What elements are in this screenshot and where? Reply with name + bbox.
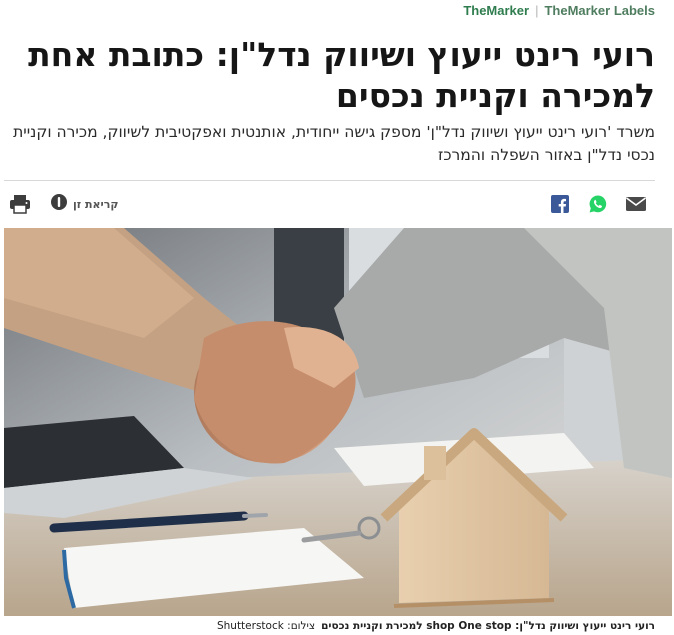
photo-caption: רועי רינט ייעוץ ושיווק נדל"ן: shop One s… bbox=[217, 620, 655, 632]
article-headline: רועי רינט ייעוץ ושיווק נדל"ן: כתובת אחת … bbox=[28, 35, 655, 115]
share-bar bbox=[548, 192, 648, 216]
top-bar: TheMarker | TheMarker Labels bbox=[0, 0, 674, 24]
divider bbox=[4, 180, 655, 181]
reading-mode-icon bbox=[50, 193, 68, 215]
brand-themarker-link[interactable]: TheMarker bbox=[463, 3, 529, 18]
mail-icon[interactable] bbox=[624, 192, 648, 216]
photo-credit: צילום: Shutterstock bbox=[216, 620, 316, 632]
print-icon[interactable] bbox=[8, 192, 32, 216]
caption-title: רועי רינט ייעוץ ושיווק נדל"ן: shop One s… bbox=[321, 620, 655, 632]
article-subheadline: משרד 'רועי רינט ייעוץ ושיווק נדל"ן' מספק… bbox=[13, 123, 655, 164]
brand-labels-link[interactable]: TheMarker Labels bbox=[544, 3, 655, 18]
reading-mode-toggle[interactable]: קריאת זן bbox=[50, 193, 119, 215]
article-tools: קריאת זן bbox=[8, 192, 119, 216]
brand-links: TheMarker | TheMarker Labels bbox=[463, 3, 655, 18]
article-photo bbox=[4, 228, 672, 616]
facebook-icon[interactable] bbox=[548, 192, 572, 216]
brand-separator: | bbox=[535, 3, 539, 18]
whatsapp-icon[interactable] bbox=[586, 192, 610, 216]
reading-mode-label: קריאת זן bbox=[73, 197, 119, 211]
